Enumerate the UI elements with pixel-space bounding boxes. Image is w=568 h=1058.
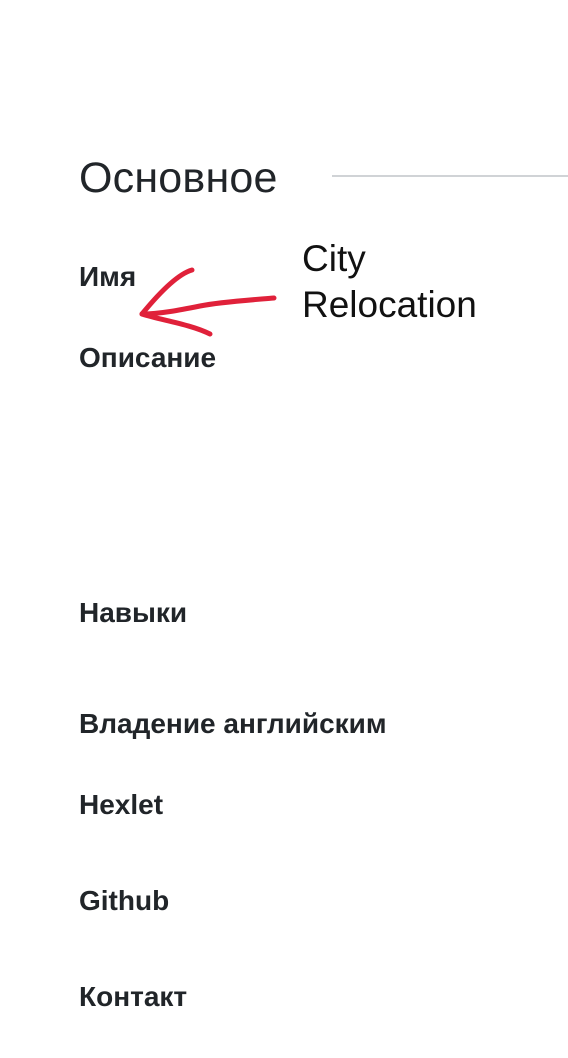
arrow-shaft [139, 295, 277, 317]
field-label-name: Имя [79, 261, 137, 292]
annotation-note: City Relocation [302, 236, 477, 328]
field-label-english: Владение английским [79, 708, 387, 739]
annotation-line-1: City [302, 238, 366, 279]
arrow-head-lower [139, 311, 213, 337]
section-divider [332, 175, 568, 177]
hand-drawn-arrow-left-icon [139, 267, 277, 337]
section-title: Основное [79, 154, 278, 202]
section-header: Основное [79, 150, 568, 206]
field-label-hexlet: Hexlet [79, 789, 164, 820]
annotation-line-2: Relocation [302, 284, 477, 325]
field-label-contact: Контакт [79, 981, 188, 1012]
field-label-github: Github [79, 885, 170, 916]
field-label-skills: Навыки [79, 597, 188, 628]
